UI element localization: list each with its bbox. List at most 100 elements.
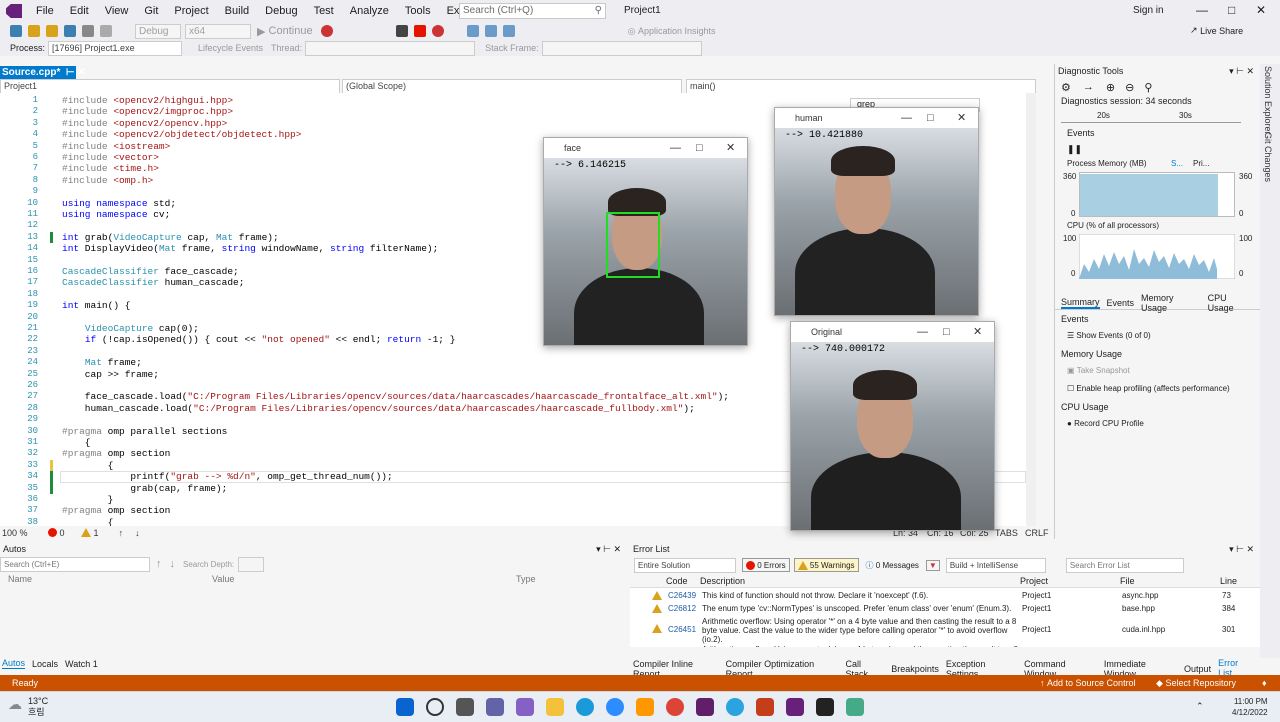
down-arrow-icon[interactable]: ↓ (135, 528, 140, 538)
menu-debug[interactable]: Debug (257, 0, 305, 22)
menu-tools[interactable]: Tools (397, 0, 439, 22)
step-out-icon[interactable] (502, 25, 515, 37)
visual-studio-icon[interactable] (516, 698, 534, 716)
project-combo[interactable]: Project1 (0, 79, 340, 94)
col-name[interactable]: Name (8, 574, 32, 584)
stack-frame-combo[interactable] (541, 40, 702, 56)
app-insights-button[interactable]: ◎ Application Insights (628, 26, 716, 37)
code-line[interactable]: int DisplayVideo(Mat frame, string windo… (62, 243, 438, 254)
code-line[interactable]: Mat frame; (62, 357, 142, 368)
continue-button[interactable]: ▶ Continue (257, 25, 313, 38)
zoom-in-icon[interactable]: ⊕ (1106, 81, 1115, 94)
code-line[interactable]: #include <vector> (62, 152, 159, 163)
tray-chevron-icon[interactable]: ⌃ (1196, 701, 1204, 712)
gear-icon[interactable]: ⚙ (1061, 81, 1071, 94)
code-line[interactable]: grab(cap, frame); (62, 483, 227, 494)
tab-autos[interactable]: Autos (2, 658, 26, 669)
slack-icon[interactable] (696, 698, 714, 716)
code-line[interactable]: } (62, 494, 114, 505)
save-all-icon[interactable] (64, 25, 76, 37)
events-pause-icon[interactable]: ❚❚ (1067, 144, 1082, 155)
function-combo[interactable]: main() (686, 79, 1036, 94)
error-col-project[interactable]: Project (1020, 576, 1048, 586)
minimize-icon[interactable]: — (901, 108, 912, 128)
tab-watch-1[interactable]: Watch 1 (65, 659, 98, 669)
code-line[interactable]: int main() { (62, 300, 130, 311)
error-row[interactable]: C26439 This kind of function should not t… (630, 590, 1260, 603)
menu-project[interactable]: Project (166, 0, 216, 22)
powerpoint-icon[interactable] (756, 698, 774, 716)
telegram-icon[interactable] (726, 698, 744, 716)
panel-options-icon[interactable]: ▾ ⊢ ✕ (596, 542, 621, 556)
menu-file[interactable]: File (28, 0, 62, 22)
pin-icon[interactable]: ⊢ (66, 67, 75, 78)
close-icon[interactable]: ✕ (726, 138, 735, 158)
menu-view[interactable]: View (97, 0, 137, 22)
take-snapshot-button[interactable]: ▣ Take Snapshot (1067, 366, 1130, 375)
code-line[interactable]: { (62, 437, 91, 448)
tab-output[interactable]: Output (1184, 664, 1211, 674)
code-line[interactable]: #include <opencv2/objdetect/objdetect.hp… (62, 129, 301, 140)
zoom-level[interactable]: 100 % (2, 528, 28, 538)
code-line[interactable]: { (62, 460, 114, 471)
errors-filter-button[interactable]: 0 Errors (742, 558, 790, 572)
crlf-indicator[interactable]: CRLF (1025, 528, 1049, 538)
code-line[interactable]: #include <iostream> (62, 141, 170, 152)
error-col-line[interactable]: Line (1220, 576, 1237, 586)
code-line[interactable]: cap >> frame; (62, 369, 159, 380)
human-window[interactable]: human — □ ✕ --> 10.421880 (774, 107, 979, 316)
down-arrow-icon[interactable]: ↓ (170, 558, 176, 570)
heap-profiling-checkbox[interactable]: ☐ Enable heap profiling (affects perform… (1067, 384, 1230, 393)
vs-logo-icon[interactable] (6, 4, 22, 18)
editor-scrollbar[interactable] (1026, 93, 1036, 526)
close-icon[interactable]: ✕ (973, 322, 982, 342)
scope-combo[interactable]: (Global Scope) (342, 79, 682, 94)
error-code[interactable]: C26451 (668, 625, 696, 634)
error-col-code[interactable]: Code (666, 576, 688, 586)
zoom-out-icon[interactable]: ⊖ (1125, 81, 1134, 94)
menu-build[interactable]: Build (217, 0, 257, 22)
menu-git[interactable]: Git (136, 0, 166, 22)
original-window[interactable]: Original — □ ✕ --> 740.000172 (790, 321, 995, 531)
maximize-icon[interactable]: □ (696, 138, 703, 158)
code-line[interactable]: #include <opencv2/imgproc.hpp> (62, 106, 233, 117)
new-project-icon[interactable] (28, 25, 40, 37)
app-window-icon[interactable] (846, 698, 864, 716)
error-row[interactable]: C26451 Arithmetic overflow: Using operato… (630, 616, 1260, 644)
error-col-file[interactable]: File (1120, 576, 1135, 586)
autos-search-input[interactable]: Search (Ctrl+E) (0, 556, 150, 572)
diag-tab-events[interactable]: Events (1107, 298, 1135, 308)
sublime-icon[interactable] (636, 698, 654, 716)
code-line[interactable]: { (62, 517, 114, 526)
sign-in-link[interactable]: Sign in (1133, 5, 1164, 16)
lifecycle-events-button[interactable]: Lifecycle Events (198, 43, 263, 53)
chrome-icon[interactable] (666, 698, 684, 716)
step-over-icon[interactable] (484, 25, 497, 37)
chat-icon[interactable] (486, 698, 504, 716)
error-code[interactable]: C26812 (668, 604, 696, 613)
stop-icon[interactable] (413, 25, 426, 37)
zoom-icon[interactable] (606, 698, 624, 716)
code-line[interactable]: VideoCapture cap(0); (62, 323, 199, 334)
search-box[interactable]: Search (Ctrl+Q) ⚲ (459, 3, 606, 19)
code-line[interactable]: CascadeClassifier human_cascade; (62, 277, 244, 288)
windows-start-icon[interactable] (396, 698, 414, 716)
record-cpu-button[interactable]: ● Record CPU Profile (1067, 419, 1144, 428)
error-col-description[interactable]: Description (700, 576, 745, 586)
undo-icon[interactable] (82, 25, 94, 37)
code-line[interactable]: if (!cap.isOpened()) { cout << "not open… (62, 334, 456, 345)
code-line[interactable]: #include <opencv2/opencv.hpp> (62, 118, 227, 129)
search-icon[interactable] (426, 698, 444, 716)
panel-options-icon[interactable]: ▾ ⊢ ✕ (1229, 64, 1254, 78)
face-window[interactable]: face — □ ✕ --> 6.146215 (543, 137, 748, 346)
maximize-icon[interactable]: □ (927, 108, 934, 128)
task-view-icon[interactable] (456, 698, 474, 716)
code-line[interactable]: #pragma omp section (62, 505, 170, 516)
diag-tab-memory-usage[interactable]: Memory Usage (1141, 293, 1201, 313)
up-arrow-icon[interactable]: ↑ (119, 528, 124, 538)
show-events-link[interactable]: ☰ Show Events (0 of 0) (1067, 331, 1151, 340)
diag-tab-summary[interactable]: Summary (1061, 297, 1100, 309)
code-line[interactable]: using namespace cv; (62, 209, 170, 220)
close-tab-icon[interactable]: ✕ (77, 67, 85, 78)
messages-filter-button[interactable]: ⓘ 0 Messages (863, 558, 922, 572)
